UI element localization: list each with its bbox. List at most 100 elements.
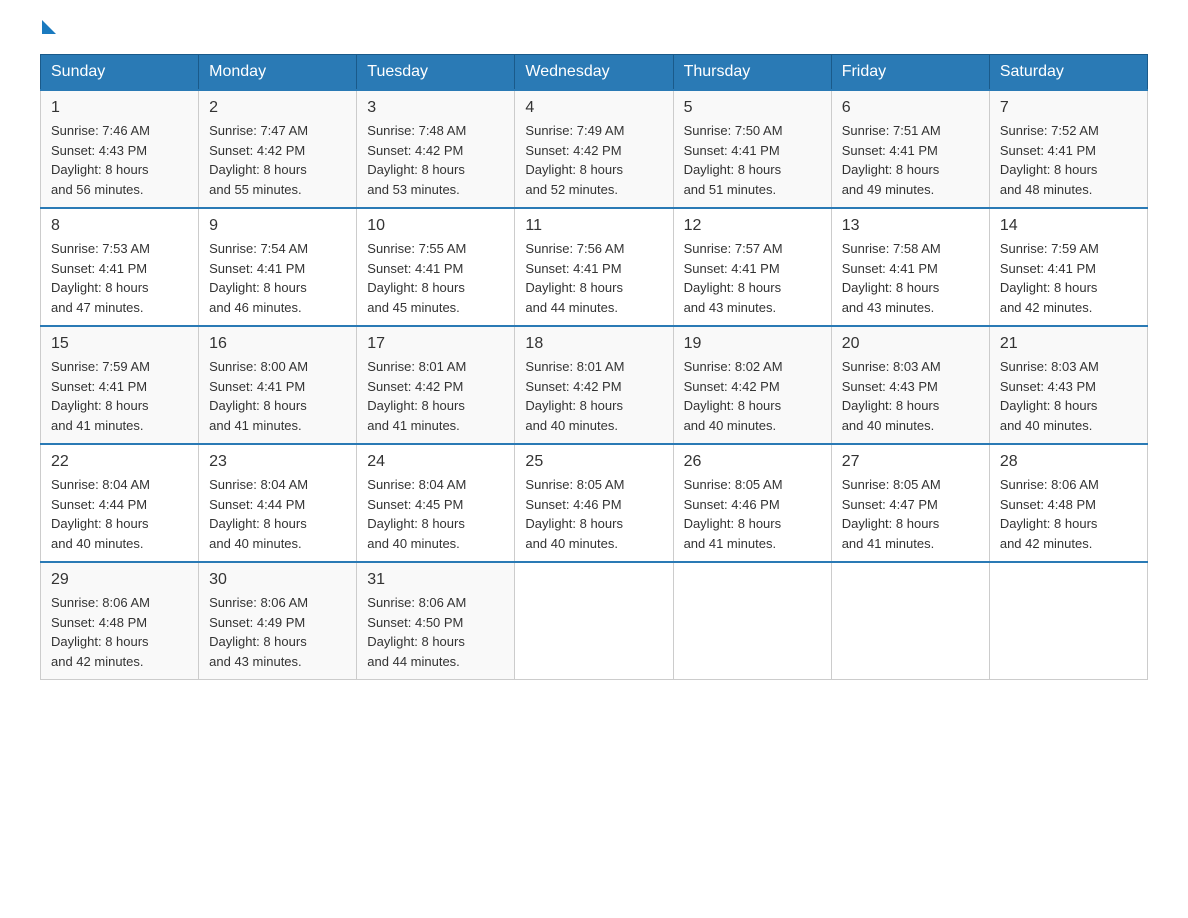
calendar-cell: 26 Sunrise: 8:05 AMSunset: 4:46 PMDayligh… bbox=[673, 444, 831, 562]
day-number: 20 bbox=[842, 335, 979, 353]
weekday-header-row: SundayMondayTuesdayWednesdayThursdayFrid… bbox=[41, 55, 1148, 91]
calendar-cell: 25Sunrise: 8:05 AMSunset: 4:46 PMDayligh… bbox=[515, 444, 673, 562]
day-info: Sunrise: 8:06 AMSunset: 4:48 PMDaylight:… bbox=[1000, 475, 1137, 553]
day-info: Sunrise: 7:54 AMSunset: 4:41 PMDaylight:… bbox=[209, 239, 346, 317]
calendar-cell: 31 Sunrise: 8:06 AMSunset: 4:50 PMDayligh… bbox=[357, 562, 515, 680]
calendar-cell bbox=[515, 562, 673, 680]
calendar-cell: 12 Sunrise: 7:57 AMSunset: 4:41 PMDayligh… bbox=[673, 208, 831, 326]
calendar-cell: 17Sunrise: 8:01 AMSunset: 4:42 PMDayligh… bbox=[357, 326, 515, 444]
day-info: Sunrise: 7:56 AMSunset: 4:41 PMDaylight:… bbox=[525, 239, 662, 317]
calendar-cell: 22Sunrise: 8:04 AMSunset: 4:44 PMDayligh… bbox=[41, 444, 199, 562]
calendar-week-row: 1 Sunrise: 7:46 AMSunset: 4:43 PMDaylight… bbox=[41, 90, 1148, 208]
day-info: Sunrise: 7:48 AMSunset: 4:42 PMDaylight:… bbox=[367, 121, 504, 199]
weekday-header-wednesday: Wednesday bbox=[515, 55, 673, 91]
day-info: Sunrise: 8:03 AMSunset: 4:43 PMDaylight:… bbox=[1000, 357, 1137, 435]
calendar-table: SundayMondayTuesdayWednesdayThursdayFrid… bbox=[40, 54, 1148, 680]
calendar-cell: 24 Sunrise: 8:04 AMSunset: 4:45 PMDayligh… bbox=[357, 444, 515, 562]
calendar-cell: 9 Sunrise: 7:54 AMSunset: 4:41 PMDaylight… bbox=[199, 208, 357, 326]
day-info: Sunrise: 7:58 AMSunset: 4:41 PMDaylight:… bbox=[842, 239, 979, 317]
day-info: Sunrise: 7:50 AMSunset: 4:41 PMDaylight:… bbox=[684, 121, 821, 199]
calendar-week-row: 29 Sunrise: 8:06 AMSunset: 4:48 PMDayligh… bbox=[41, 562, 1148, 680]
day-info: Sunrise: 8:01 AMSunset: 4:42 PMDaylight:… bbox=[525, 357, 662, 435]
calendar-cell: 16Sunrise: 8:00 AMSunset: 4:41 PMDayligh… bbox=[199, 326, 357, 444]
day-info: Sunrise: 8:05 AMSunset: 4:47 PMDaylight:… bbox=[842, 475, 979, 553]
logo bbox=[40, 30, 56, 34]
day-number: 9 bbox=[209, 217, 346, 235]
day-number: 26 bbox=[684, 453, 821, 471]
calendar-cell: 20 Sunrise: 8:03 AMSunset: 4:43 PMDayligh… bbox=[831, 326, 989, 444]
day-info: Sunrise: 7:53 AMSunset: 4:41 PMDaylight:… bbox=[51, 239, 188, 317]
day-info: Sunrise: 7:55 AMSunset: 4:41 PMDaylight:… bbox=[367, 239, 504, 317]
day-info: Sunrise: 8:02 AMSunset: 4:42 PMDaylight:… bbox=[684, 357, 821, 435]
day-number: 27 bbox=[842, 453, 979, 471]
day-number: 6 bbox=[842, 99, 979, 117]
day-info: Sunrise: 7:57 AMSunset: 4:41 PMDaylight:… bbox=[684, 239, 821, 317]
day-number: 19 bbox=[684, 335, 821, 353]
day-number: 31 bbox=[367, 571, 504, 589]
weekday-header-thursday: Thursday bbox=[673, 55, 831, 91]
calendar-cell: 27 Sunrise: 8:05 AMSunset: 4:47 PMDayligh… bbox=[831, 444, 989, 562]
day-number: 12 bbox=[684, 217, 821, 235]
day-number: 2 bbox=[209, 99, 346, 117]
weekday-header-saturday: Saturday bbox=[989, 55, 1147, 91]
day-number: 3 bbox=[367, 99, 504, 117]
calendar-cell: 8 Sunrise: 7:53 AMSunset: 4:41 PMDaylight… bbox=[41, 208, 199, 326]
day-number: 28 bbox=[1000, 453, 1137, 471]
day-number: 25 bbox=[525, 453, 662, 471]
day-number: 8 bbox=[51, 217, 188, 235]
day-info: Sunrise: 8:06 AMSunset: 4:49 PMDaylight:… bbox=[209, 593, 346, 671]
day-info: Sunrise: 7:52 AMSunset: 4:41 PMDaylight:… bbox=[1000, 121, 1137, 199]
day-info: Sunrise: 8:04 AMSunset: 4:44 PMDaylight:… bbox=[209, 475, 346, 553]
calendar-cell: 6 Sunrise: 7:51 AMSunset: 4:41 PMDaylight… bbox=[831, 90, 989, 208]
calendar-cell: 15 Sunrise: 7:59 AMSunset: 4:41 PMDayligh… bbox=[41, 326, 199, 444]
calendar-cell: 11 Sunrise: 7:56 AMSunset: 4:41 PMDayligh… bbox=[515, 208, 673, 326]
day-number: 15 bbox=[51, 335, 188, 353]
calendar-cell: 19 Sunrise: 8:02 AMSunset: 4:42 PMDayligh… bbox=[673, 326, 831, 444]
day-info: Sunrise: 7:49 AMSunset: 4:42 PMDaylight:… bbox=[525, 121, 662, 199]
page-header bbox=[40, 30, 1148, 34]
day-info: Sunrise: 8:01 AMSunset: 4:42 PMDaylight:… bbox=[367, 357, 504, 435]
day-number: 1 bbox=[51, 99, 188, 117]
day-info: Sunrise: 7:46 AMSunset: 4:43 PMDaylight:… bbox=[51, 121, 188, 199]
calendar-cell: 10Sunrise: 7:55 AMSunset: 4:41 PMDayligh… bbox=[357, 208, 515, 326]
day-info: Sunrise: 8:06 AMSunset: 4:50 PMDaylight:… bbox=[367, 593, 504, 671]
calendar-cell: 1 Sunrise: 7:46 AMSunset: 4:43 PMDaylight… bbox=[41, 90, 199, 208]
calendar-cell: 29 Sunrise: 8:06 AMSunset: 4:48 PMDayligh… bbox=[41, 562, 199, 680]
day-info: Sunrise: 8:04 AMSunset: 4:45 PMDaylight:… bbox=[367, 475, 504, 553]
calendar-cell: 4 Sunrise: 7:49 AMSunset: 4:42 PMDaylight… bbox=[515, 90, 673, 208]
day-number: 13 bbox=[842, 217, 979, 235]
day-info: Sunrise: 8:05 AMSunset: 4:46 PMDaylight:… bbox=[684, 475, 821, 553]
day-number: 11 bbox=[525, 217, 662, 235]
calendar-cell: 30 Sunrise: 8:06 AMSunset: 4:49 PMDayligh… bbox=[199, 562, 357, 680]
day-info: Sunrise: 8:03 AMSunset: 4:43 PMDaylight:… bbox=[842, 357, 979, 435]
day-number: 7 bbox=[1000, 99, 1137, 117]
calendar-cell: 14Sunrise: 7:59 AMSunset: 4:41 PMDayligh… bbox=[989, 208, 1147, 326]
weekday-header-tuesday: Tuesday bbox=[357, 55, 515, 91]
day-number: 29 bbox=[51, 571, 188, 589]
day-number: 14 bbox=[1000, 217, 1137, 235]
day-number: 16 bbox=[209, 335, 346, 353]
day-number: 24 bbox=[367, 453, 504, 471]
day-info: Sunrise: 7:59 AMSunset: 4:41 PMDaylight:… bbox=[51, 357, 188, 435]
day-number: 21 bbox=[1000, 335, 1137, 353]
weekday-header-friday: Friday bbox=[831, 55, 989, 91]
day-number: 23 bbox=[209, 453, 346, 471]
calendar-cell bbox=[989, 562, 1147, 680]
calendar-week-row: 8 Sunrise: 7:53 AMSunset: 4:41 PMDaylight… bbox=[41, 208, 1148, 326]
calendar-cell: 28 Sunrise: 8:06 AMSunset: 4:48 PMDayligh… bbox=[989, 444, 1147, 562]
logo-triangle-icon bbox=[42, 20, 56, 34]
calendar-cell bbox=[831, 562, 989, 680]
day-info: Sunrise: 7:51 AMSunset: 4:41 PMDaylight:… bbox=[842, 121, 979, 199]
weekday-header-monday: Monday bbox=[199, 55, 357, 91]
calendar-cell: 13 Sunrise: 7:58 AMSunset: 4:41 PMDayligh… bbox=[831, 208, 989, 326]
calendar-cell bbox=[673, 562, 831, 680]
calendar-cell: 7 Sunrise: 7:52 AMSunset: 4:41 PMDaylight… bbox=[989, 90, 1147, 208]
calendar-week-row: 22 Sunrise: 8:04 AMSunset: 4:44 PMDayligh… bbox=[41, 444, 1148, 562]
day-number: 18 bbox=[525, 335, 662, 353]
day-info: Sunrise: 7:47 AMSunset: 4:42 PMDaylight:… bbox=[209, 121, 346, 199]
day-number: 4 bbox=[525, 99, 662, 117]
day-number: 22 bbox=[51, 453, 188, 471]
day-info: Sunrise: 8:06 AMSunset: 4:48 PMDaylight:… bbox=[51, 593, 188, 671]
calendar-cell: 18 Sunrise: 8:01 AMSunset: 4:42 PMDayligh… bbox=[515, 326, 673, 444]
day-number: 30 bbox=[209, 571, 346, 589]
